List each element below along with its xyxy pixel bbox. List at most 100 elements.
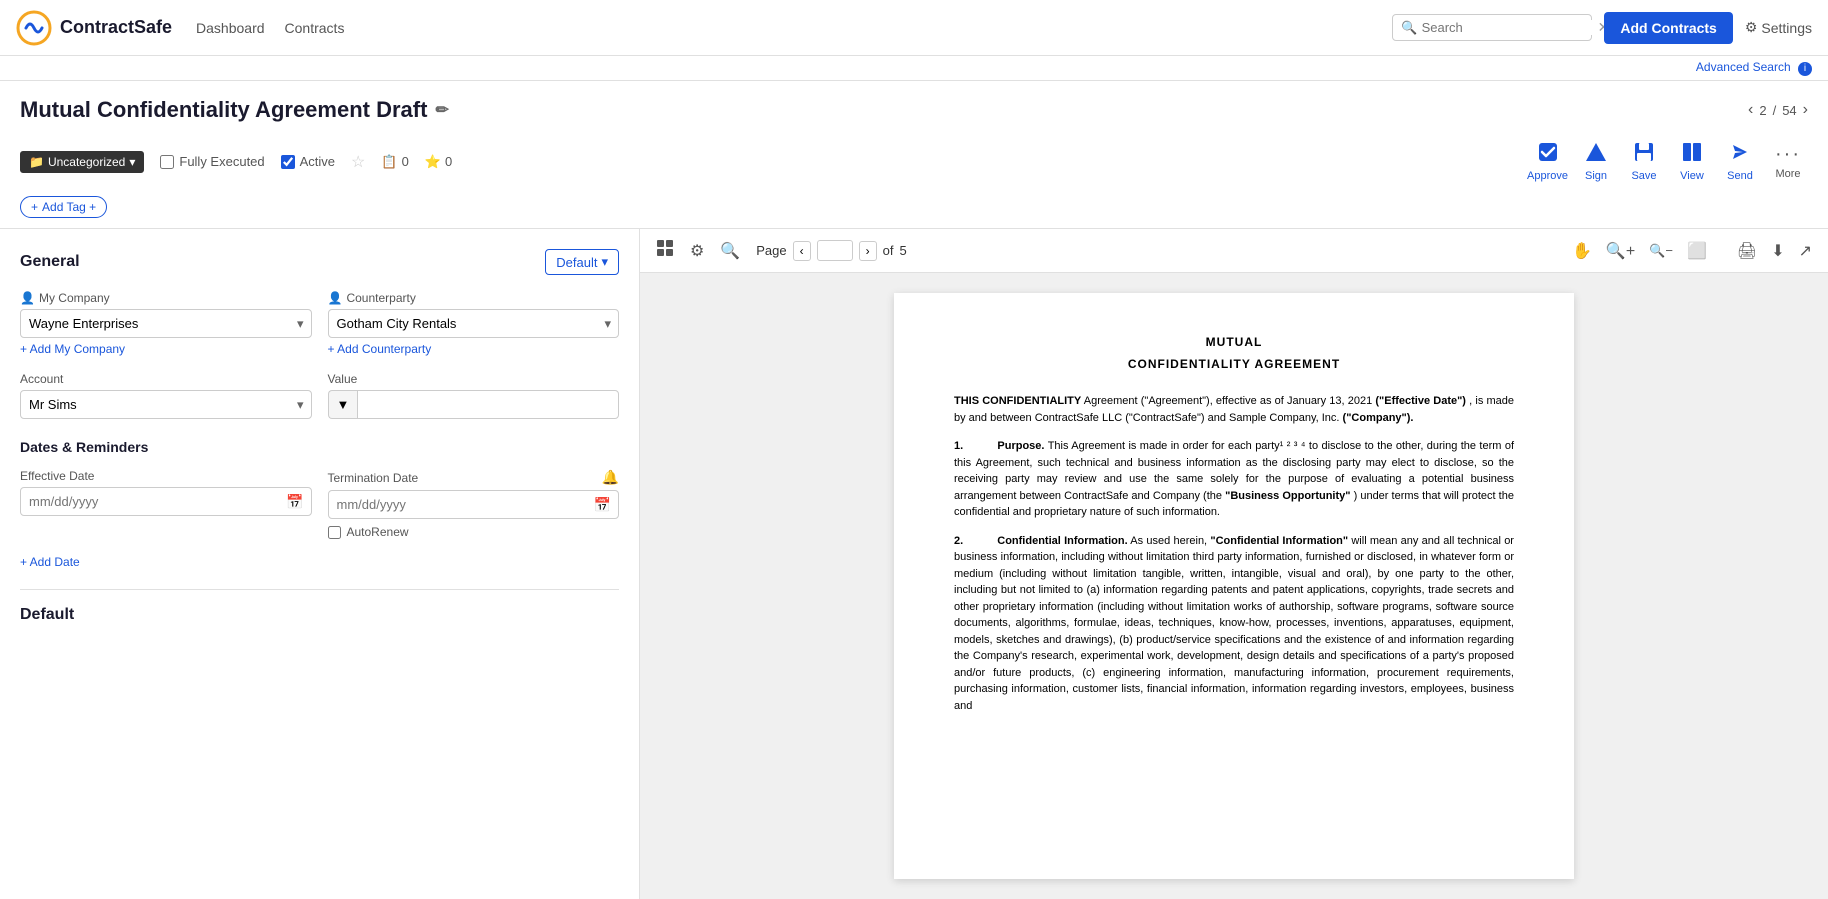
search-pdf-button[interactable]: 🔍 xyxy=(716,237,744,265)
section-header: General Default ▾ xyxy=(20,249,619,275)
value-input[interactable] xyxy=(357,390,619,419)
effective-date-input[interactable] xyxy=(20,487,312,516)
view-icon xyxy=(1681,141,1703,168)
chevron-down-icon: ▾ xyxy=(601,254,608,270)
copies-count: 📋 0 xyxy=(381,154,408,170)
contract-meta-row: 📁 Uncategorized ▾ Fully Executed Active … xyxy=(20,133,1808,190)
pdf-right-tools: ✋ 🔍+ 🔍− ⬜ 🖨 ⬇ ↗ xyxy=(1568,237,1816,265)
hand-tool-button[interactable]: ✋ xyxy=(1568,237,1596,265)
termination-date-calendar-icon[interactable]: 📅 xyxy=(594,496,611,513)
add-contracts-button[interactable]: Add Contracts xyxy=(1604,12,1732,44)
folder-icon: 📁 xyxy=(29,155,44,169)
grid-view-button[interactable] xyxy=(652,235,678,266)
open-external-button[interactable]: ↗ xyxy=(1795,237,1816,265)
more-icon: ··· xyxy=(1775,143,1801,166)
search-box: 🔍 ✕ xyxy=(1392,14,1592,41)
pdf-para1: 1. Purpose. This Agreement is made in or… xyxy=(954,438,1514,521)
chevron-down-icon: ▾ xyxy=(129,155,135,169)
stars-count: ⭐ 0 xyxy=(425,154,452,170)
copy-icon: 📋 xyxy=(381,154,397,170)
dates-title: Dates & Reminders xyxy=(20,439,619,455)
effective-date-calendar-icon[interactable]: 📅 xyxy=(286,493,303,510)
search-input[interactable] xyxy=(1422,20,1598,35)
pdf-para2: 2. Confidential Information. As used her… xyxy=(954,533,1514,715)
counterparty-field: 👤 Counterparty Gotham City Rentals + Add… xyxy=(328,291,620,356)
page-input[interactable]: 1 xyxy=(817,240,853,261)
currency-button[interactable]: ▼ xyxy=(328,390,358,419)
logo-icon xyxy=(16,10,52,46)
plus-icon: + xyxy=(31,200,38,214)
print-button[interactable]: 🖨 xyxy=(1733,237,1761,265)
dates-section: Dates & Reminders Effective Date 📅 Termi… xyxy=(20,439,619,569)
section-title: General xyxy=(20,253,80,271)
counterparty-select[interactable]: Gotham City Rentals xyxy=(328,309,620,338)
save-button[interactable]: Save xyxy=(1624,141,1664,182)
left-panel: General Default ▾ 👤 My Company Wayne Ent… xyxy=(0,229,640,899)
my-company-field: 👤 My Company Wayne Enterprises + Add My … xyxy=(20,291,312,356)
my-company-select-wrapper: Wayne Enterprises xyxy=(20,309,312,338)
autorenew-checkbox[interactable] xyxy=(328,526,341,539)
action-buttons: Approve Sign Save View xyxy=(1527,141,1808,182)
account-field: Account Mr Sims xyxy=(20,372,312,419)
dates-row: Effective Date 📅 Termination Date 🔔 xyxy=(20,469,619,539)
nav-dashboard[interactable]: Dashboard xyxy=(196,20,265,36)
value-field: Value ▼ xyxy=(328,372,620,419)
add-date-link[interactable]: + Add Date xyxy=(20,555,619,569)
next-contract-button[interactable]: › xyxy=(1803,101,1808,119)
zoom-in-button[interactable]: 🔍+ xyxy=(1602,237,1639,265)
counterparty-icon: 👤 xyxy=(328,291,343,305)
pdf-content: MUTUAL CONFIDENTIALITY AGREEMENT THIS CO… xyxy=(640,273,1828,899)
autorenew-row: AutoRenew xyxy=(328,525,620,539)
bell-icon[interactable]: 🔔 xyxy=(602,469,619,486)
star-button[interactable]: ☆ xyxy=(351,152,365,172)
general-section: General Default ▾ 👤 My Company Wayne Ent… xyxy=(20,249,619,419)
download-button[interactable]: ⬇ xyxy=(1767,237,1788,265)
header: ContractSafe Dashboard Contracts 🔍 ✕ Add… xyxy=(0,0,1828,56)
settings-button[interactable]: ⚙ Settings xyxy=(1745,19,1812,36)
category-select[interactable]: 📁 Uncategorized ▾ xyxy=(20,151,144,173)
pdf-page: MUTUAL CONFIDENTIALITY AGREEMENT THIS CO… xyxy=(894,293,1574,879)
person-icon: 👤 xyxy=(20,291,35,305)
contract-nav: ‹ 2 / 54 › xyxy=(1748,101,1808,119)
approve-button[interactable]: Approve xyxy=(1527,141,1568,182)
company-counterparty-row: 👤 My Company Wayne Enterprises + Add My … xyxy=(20,291,619,356)
contract-title-row: Mutual Confidentiality Agreement Draft ✏… xyxy=(20,97,1808,123)
my-company-select[interactable]: Wayne Enterprises xyxy=(20,309,312,338)
contract-title: Mutual Confidentiality Agreement Draft ✏ xyxy=(20,97,449,123)
main-layout: General Default ▾ 👤 My Company Wayne Ent… xyxy=(0,229,1828,899)
more-button[interactable]: ··· More xyxy=(1768,143,1808,180)
nav: Dashboard Contracts xyxy=(196,20,344,36)
add-my-company-link[interactable]: + Add My Company xyxy=(20,342,312,356)
contract-title-bar: Mutual Confidentiality Agreement Draft ✏… xyxy=(0,81,1828,229)
add-date-row: + Add Date xyxy=(20,555,619,569)
sign-button[interactable]: Sign xyxy=(1576,141,1616,182)
fully-executed-checkbox[interactable]: Fully Executed xyxy=(160,154,264,169)
pdf-toolbar: ⚙ 🔍 Page ‹ 1 › of 5 ✋ 🔍+ 🔍− ⬜ 🖨 ⬇ ↗ xyxy=(640,229,1828,273)
edit-icon[interactable]: ✏ xyxy=(435,100,448,120)
gold-star-icon: ⭐ xyxy=(425,154,441,170)
approve-icon xyxy=(1537,141,1559,168)
prev-contract-button[interactable]: ‹ xyxy=(1748,101,1753,119)
add-tag-button[interactable]: + Add Tag + xyxy=(20,196,107,218)
view-button[interactable]: View xyxy=(1672,141,1712,182)
fit-page-button[interactable]: ⬜ xyxy=(1683,237,1711,265)
page-nav: Page ‹ 1 › of 5 xyxy=(756,240,906,261)
default-button[interactable]: Default ▾ xyxy=(545,249,619,275)
next-page-button[interactable]: › xyxy=(859,241,877,261)
search-icon: 🔍 xyxy=(1401,20,1417,36)
account-select[interactable]: Mr Sims xyxy=(20,390,312,419)
header-right: 🔍 ✕ Add Contracts ⚙ Settings xyxy=(1392,12,1812,44)
termination-date-input[interactable] xyxy=(328,490,620,519)
zoom-out-button[interactable]: 🔍− xyxy=(1645,239,1677,263)
nav-contracts[interactable]: Contracts xyxy=(285,20,345,36)
logo-text: ContractSafe xyxy=(60,17,172,38)
prev-page-button[interactable]: ‹ xyxy=(793,241,811,261)
gear-icon: ⚙ xyxy=(1745,19,1758,36)
sign-icon xyxy=(1585,141,1607,168)
account-value-row: Account Mr Sims Value ▼ xyxy=(20,372,619,419)
advanced-search-bar[interactable]: Advanced Search i xyxy=(0,56,1828,81)
add-counterparty-link[interactable]: + Add Counterparty xyxy=(328,342,620,356)
active-checkbox[interactable]: Active xyxy=(281,154,335,169)
send-button[interactable]: Send xyxy=(1720,141,1760,182)
settings-pdf-button[interactable]: ⚙ xyxy=(686,237,708,265)
